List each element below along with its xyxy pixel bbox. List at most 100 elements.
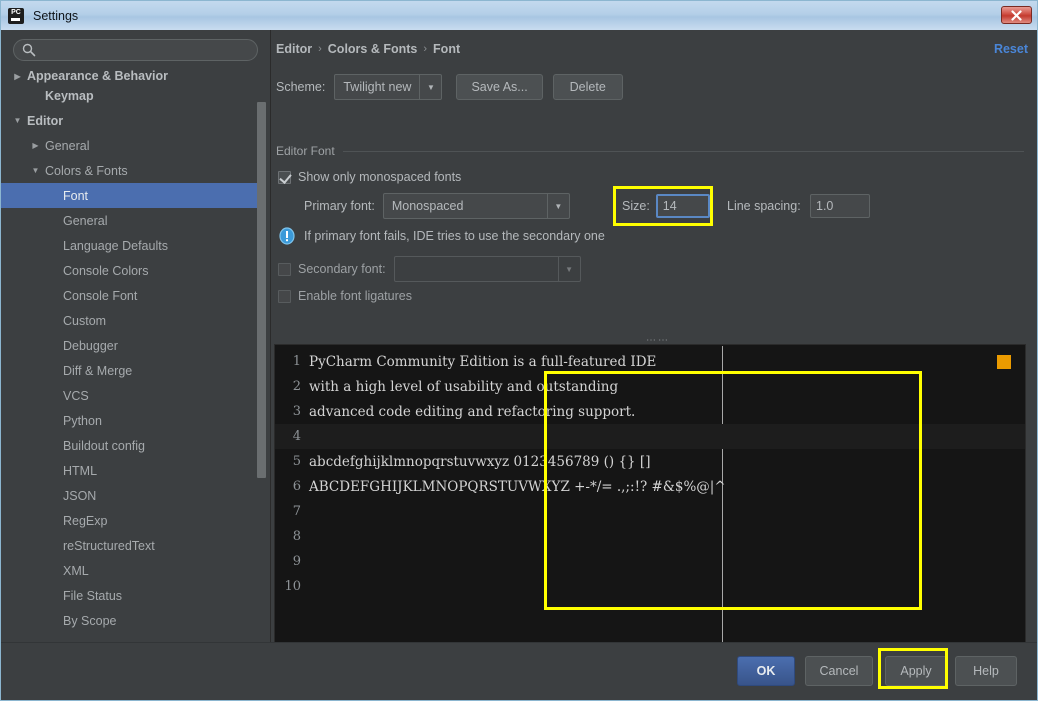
font-ligatures-checkbox[interactable]: Enable font ligatures [278,289,412,303]
chevron-down-icon: ▼ [546,194,569,218]
breadcrumb-separator-icon: › [318,43,322,55]
reset-link[interactable]: Reset [994,42,1028,56]
sidebar-item-custom[interactable]: Custom [1,308,263,333]
chevron-right-icon[interactable]: ▶ [11,70,24,83]
editor-font-group-title: Editor Font [276,144,343,158]
ok-button[interactable]: OK [737,656,795,686]
sidebar-item-keymap[interactable]: Keymap [1,83,263,108]
primary-font-label: Primary font: [304,199,375,213]
sidebar-item-diff-merge[interactable]: Diff & Merge [1,358,263,383]
secondary-font-dropdown[interactable]: ▼ [393,256,581,282]
show-monospaced-checkbox[interactable]: Show only monospaced fonts [278,170,461,184]
sidebar-item-html[interactable]: HTML [1,458,263,483]
breadcrumb-item-colors-fonts[interactable]: Colors & Fonts [328,42,418,56]
size-input[interactable] [655,194,710,218]
font-preview-pane[interactable]: 1 PyCharm Community Edition is a full-fea… [274,344,1026,657]
sidebar-item-label: Custom [63,313,107,328]
sidebar-item-label: Console Font [63,288,138,303]
sidebar-item-label: JSON [63,488,97,503]
sidebar-item-general[interactable]: ▶ General [1,133,263,158]
dialog-footer: OK Cancel Apply Help [1,642,1037,700]
help-button[interactable]: Help [955,656,1017,686]
sidebar-item-label: Language Defaults [63,238,168,253]
close-glyph [1011,9,1022,21]
scheme-label: Scheme: [276,80,326,94]
sidebar-scrollbar-thumb[interactable] [257,102,266,478]
sidebar-item-label: Appearance & Behavior [27,69,169,83]
sidebar-item-label: General [63,213,108,228]
sidebar-item-console-colors[interactable]: Console Colors [1,258,263,283]
scheme-row: Scheme: Twilight new ▼ Save As... Delete [276,74,623,100]
sidebar-item-json[interactable]: JSON [1,483,263,508]
sidebar-item-label: File Status [63,588,123,603]
preview-line-number: 8 [292,529,301,544]
preview-line: 6 ABCDEFGHIJKLMNOPQRSTUVWXYZ +-*/= .,;:!?… [275,474,1025,499]
preview-line-text: advanced code editing and refactoring su… [309,403,636,420]
settings-dialog: Settings ▶Appearance & BehaviorKeymap▼Ed… [0,0,1038,701]
sidebar-item-file-status[interactable]: File Status [1,583,263,608]
sidebar-item-appearance-behavior[interactable]: ▶ Appearance & Behavior [1,66,263,83]
checkbox-unchecked-icon [278,289,291,303]
sidebar-item-font[interactable]: Font [1,183,263,208]
sidebar-item-buildout-config[interactable]: Buildout config [1,433,263,458]
chevron-right-icon[interactable]: ▶ [29,139,42,152]
title-bar: Settings [1,1,1037,30]
chevron-down-icon[interactable]: ▼ [11,114,24,127]
search-box[interactable] [13,39,258,61]
close-icon[interactable] [1001,6,1032,24]
sidebar-item-label: RegExp [63,513,108,528]
sidebar-item-colors-fonts[interactable]: ▼ Colors & Fonts [1,158,263,183]
line-spacing-input[interactable] [810,194,870,218]
sidebar-item-regexp[interactable]: RegExp [1,508,263,533]
preview-line-number: 4 [292,429,301,444]
sidebar-item-debugger[interactable]: Debugger [1,333,263,358]
sidebar-item-vcs[interactable]: VCS [1,383,263,408]
primary-font-dropdown[interactable]: Monospaced ▼ [382,193,570,219]
breadcrumb-item-editor[interactable]: Editor [276,42,312,56]
cancel-button[interactable]: Cancel [805,656,873,686]
sidebar-item-label: HTML [63,463,98,478]
sidebar-item-language-defaults[interactable]: Language Defaults [1,233,263,258]
preview-line: 8 [275,524,1025,549]
sidebar-item-label: XML [63,563,89,578]
apply-button[interactable]: Apply [885,656,947,686]
sidebar-item-label: General [45,138,90,153]
search-input[interactable] [13,39,258,61]
sidebar-item-by-scope[interactable]: By Scope [1,608,263,633]
sidebar-item-label: Console Colors [63,263,149,278]
preview-line-number: 6 [292,479,301,494]
settings-tree[interactable]: ▶ Appearance & Behavior Keymap ▼ Editor ▶ Gene… [1,66,263,670]
line-spacing-label: Line spacing: [727,199,801,213]
sidebar-item-xml[interactable]: XML [1,558,263,583]
sidebar-item-python[interactable]: Python [1,408,263,433]
sidebar-item-restructuredtext[interactable]: reStructuredText [1,533,263,558]
preview-line-text: PyCharm Community Edition is a full-feat… [309,353,657,370]
save-as-button[interactable]: Save As... [456,74,543,100]
checkbox-checked-icon [278,170,291,184]
delete-button[interactable]: Delete [552,74,623,100]
font-ligatures-label: Enable font ligatures [298,289,412,303]
sidebar-item-label: By Scope [63,613,117,628]
scheme-dropdown[interactable]: Twilight new ▼ [334,74,443,100]
group-divider [276,151,1024,152]
checkbox-unchecked-icon[interactable] [278,262,291,276]
sidebar-scrollbar-track[interactable] [257,66,268,670]
chevron-down-icon[interactable]: ▼ [29,164,42,177]
sidebar-item-general[interactable]: General [1,208,263,233]
sidebar-item-console-font[interactable]: Console Font [1,283,263,308]
size-label: Size: [622,199,650,213]
settings-detail-panel: Editor › Colors & Fonts › Font Reset Sch… [272,30,1037,670]
secondary-font-row[interactable]: Secondary font: ▼ [278,256,581,282]
sidebar-item-editor[interactable]: ▼ Editor [1,108,263,133]
info-text: If primary font fails, IDE tries to use … [304,229,605,243]
